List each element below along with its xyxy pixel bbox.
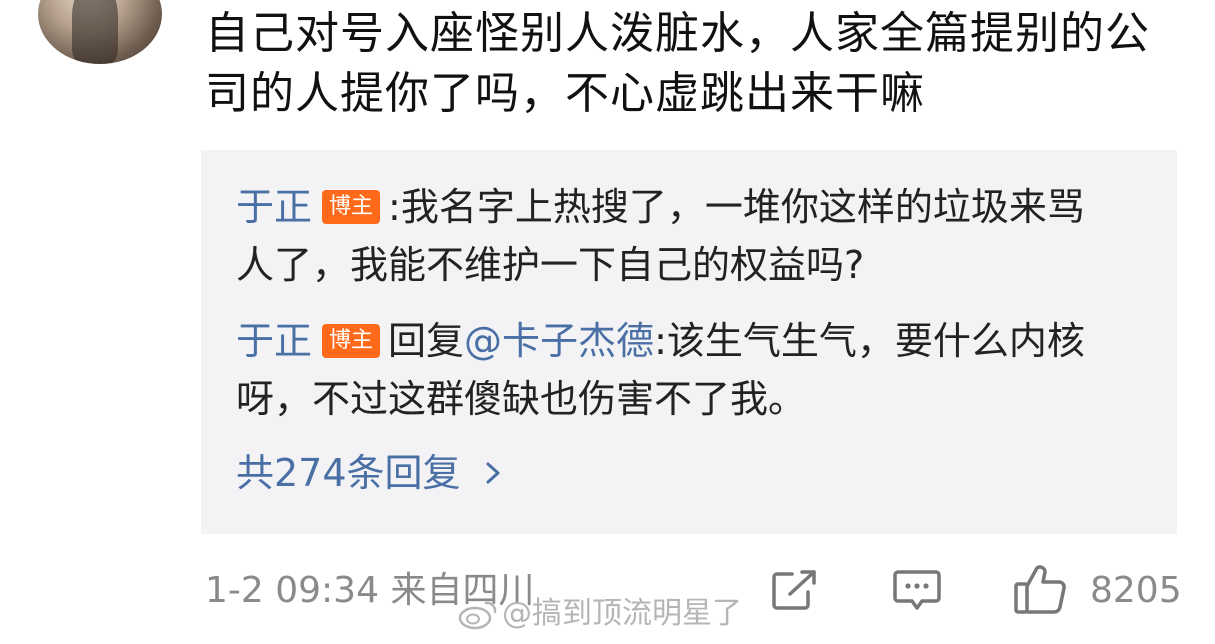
timestamp: 1-2 09:34 (205, 570, 379, 611)
reply-item[interactable]: 于正 博主:我名字上热搜了，一堆你这样的垃圾来骂人了，我能不维护一下自己的权益吗? (236, 178, 1116, 294)
reply-item[interactable]: 于正 博主 回复@卡子杰德:该生气生气，要什么内核呀，不过这群傻缺也伤害不了我。 (236, 312, 1116, 428)
blogger-badge: 博主 (322, 189, 381, 224)
blogger-badge: 博主 (322, 323, 381, 358)
reply-author[interactable]: 于正 (236, 185, 312, 229)
share-icon[interactable] (770, 568, 820, 612)
comment-text: 自己对号入座怪别人泼脏水，人家全篇提别的公司的人提你了吗，不心虚跳出来干嘛 (205, 8, 1150, 119)
mention-link[interactable]: @卡子杰德 (464, 319, 654, 363)
comment-icon[interactable] (892, 568, 942, 612)
like-count: 8205 (1090, 570, 1182, 611)
weibo-watermark: @搞到顶流明星了 (458, 592, 742, 636)
more-replies-link[interactable]: 共274条回复 (236, 444, 507, 502)
reply-separator: : (388, 185, 401, 229)
thumbs-up-icon[interactable] (1012, 562, 1068, 616)
chevron-right-icon (486, 462, 500, 484)
weibo-logo-icon (458, 601, 497, 630)
more-replies-label: 共274条回复 (236, 451, 461, 495)
user-avatar[interactable] (38, 0, 162, 64)
watermark-text: @搞到顶流明星了 (502, 596, 742, 631)
reply-prefix: 回复 (388, 319, 465, 363)
reply-author[interactable]: 于正 (236, 319, 312, 363)
